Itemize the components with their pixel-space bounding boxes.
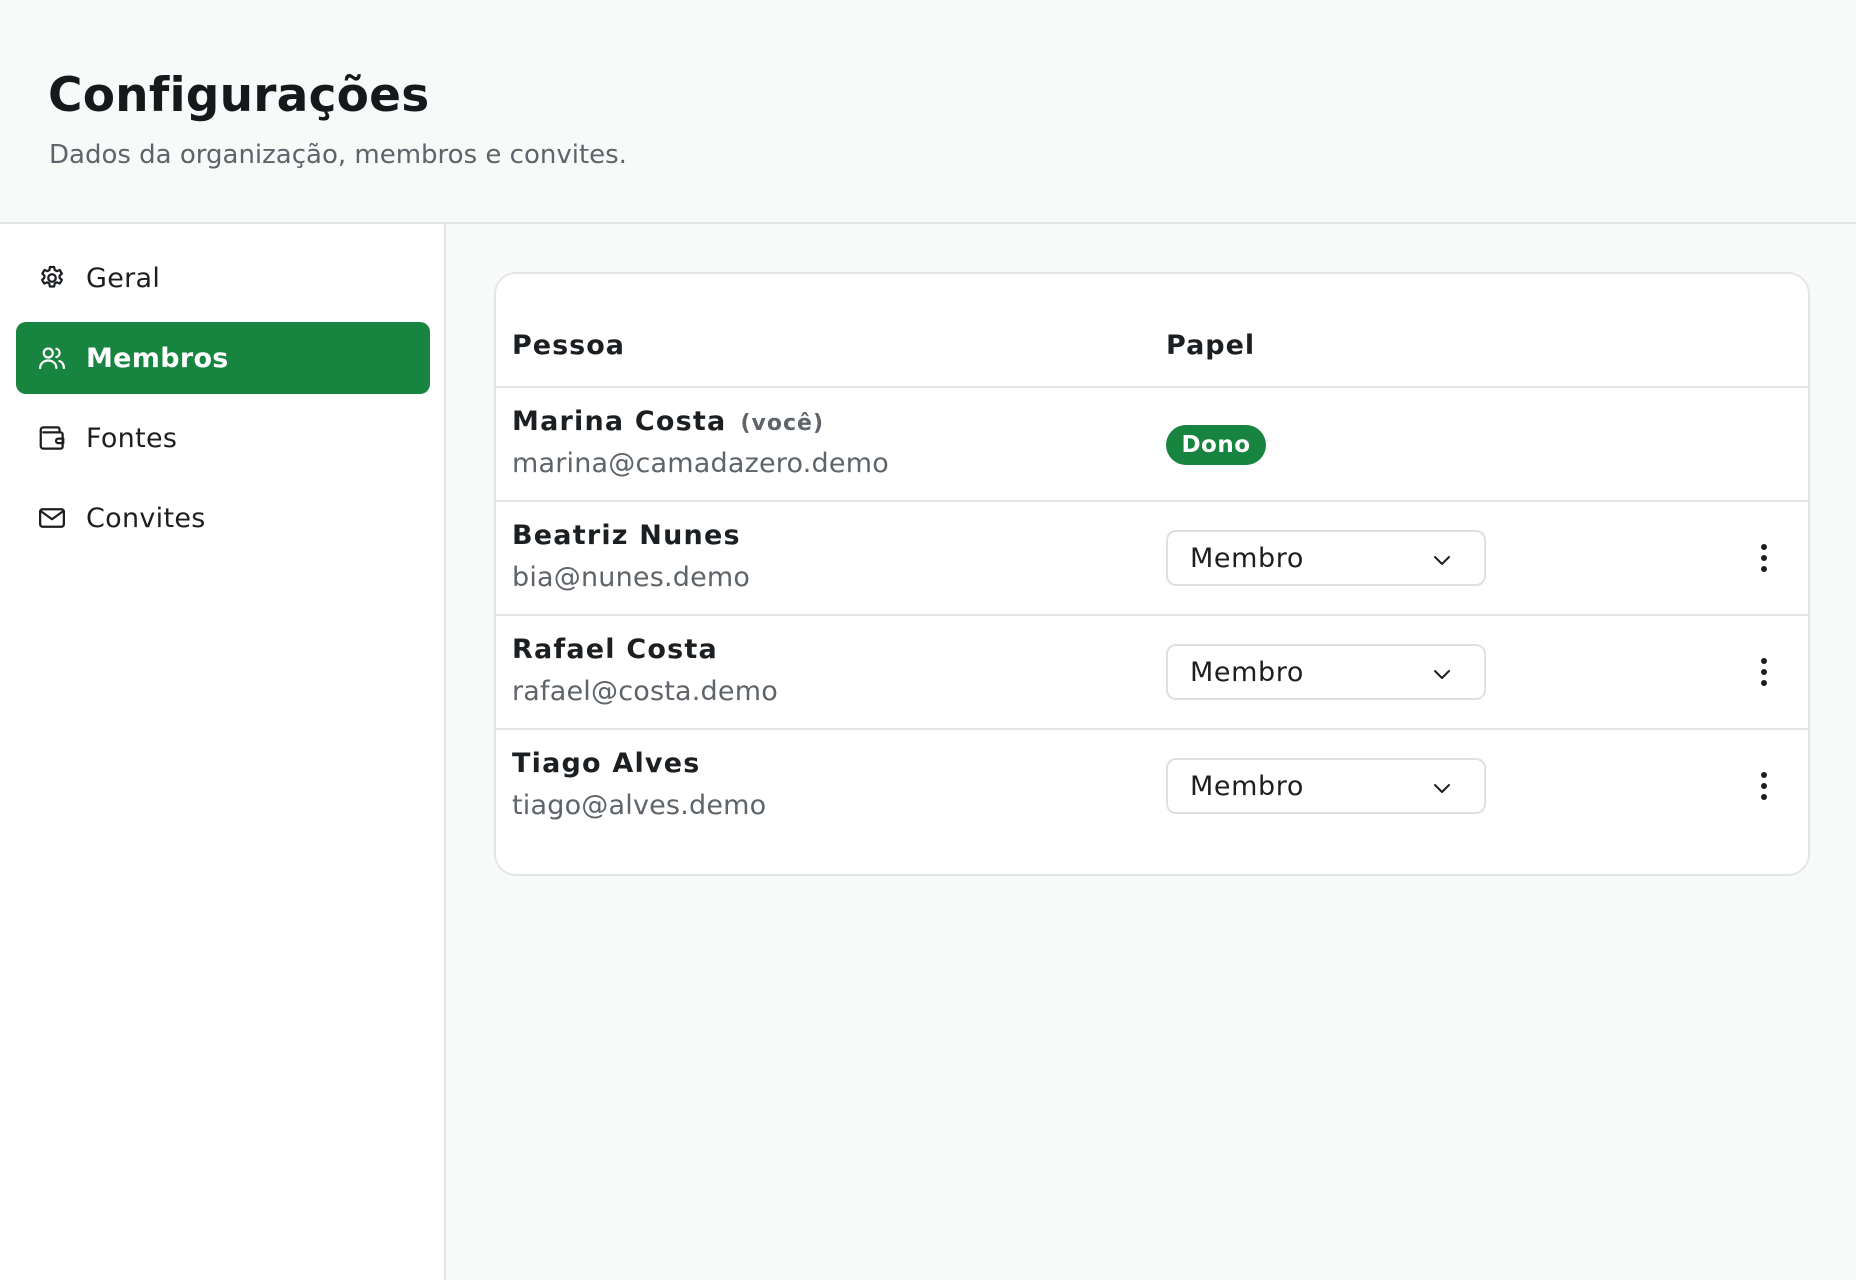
mail-icon (36, 502, 68, 534)
more-options-button[interactable] (1744, 762, 1784, 810)
member-name: Tiago Alves (512, 748, 701, 779)
role-select-value: Membro (1190, 770, 1304, 802)
sidebar-item-label: Geral (86, 262, 161, 294)
more-options-button[interactable] (1744, 534, 1784, 582)
role-select-value: Membro (1190, 542, 1304, 574)
kebab-menu-icon (1761, 772, 1767, 800)
sidebar-item-convites[interactable]: Convites (16, 482, 430, 554)
member-name: Marina Costa (você) (512, 406, 824, 437)
member-name: Beatriz Nunes (512, 520, 741, 551)
sidebar-item-geral[interactable]: Geral (16, 242, 430, 314)
you-tag: (você) (740, 411, 824, 436)
sidebar-item-label: Convites (86, 502, 206, 534)
role-select[interactable]: Membro (1166, 644, 1486, 700)
row-divider (496, 728, 1808, 730)
role-select[interactable]: Membro (1166, 758, 1486, 814)
member-email: marina@camadazero.demo (512, 448, 889, 479)
settings-sidebar: Geral Membros Fontes Convites (0, 224, 446, 1280)
chevron-down-icon (1434, 670, 1450, 679)
users-icon (36, 342, 68, 374)
chevron-down-icon (1434, 556, 1450, 565)
member-name-text: Marina Costa (512, 406, 727, 437)
gear-icon (36, 262, 68, 294)
page-header: Configurações Dados da organização, memb… (0, 0, 1856, 224)
member-email: bia@nunes.demo (512, 562, 751, 593)
member-name: Rafael Costa (512, 634, 718, 665)
sidebar-item-membros[interactable]: Membros (16, 322, 430, 394)
page-title: Configurações (48, 68, 430, 123)
kebab-menu-icon (1761, 658, 1767, 686)
row-divider (496, 614, 1808, 616)
page-subtitle: Dados da organização, membros e convites… (49, 140, 627, 170)
wallet-icon (36, 422, 68, 454)
sidebar-item-label: Membros (86, 342, 229, 374)
row-divider (496, 386, 1808, 388)
column-header-person: Pessoa (512, 330, 626, 361)
sidebar-item-label: Fontes (86, 422, 178, 454)
member-email: tiago@alves.demo (512, 790, 767, 821)
more-options-button[interactable] (1744, 648, 1784, 696)
chevron-down-icon (1434, 784, 1450, 793)
sidebar-item-fontes[interactable]: Fontes (16, 402, 430, 474)
row-divider (496, 500, 1808, 502)
kebab-menu-icon (1761, 544, 1767, 572)
owner-role-badge: Dono (1166, 425, 1266, 465)
column-header-role: Papel (1166, 330, 1256, 361)
role-select-value: Membro (1190, 656, 1304, 688)
role-select[interactable]: Membro (1166, 530, 1486, 586)
member-email: rafael@costa.demo (512, 676, 778, 707)
